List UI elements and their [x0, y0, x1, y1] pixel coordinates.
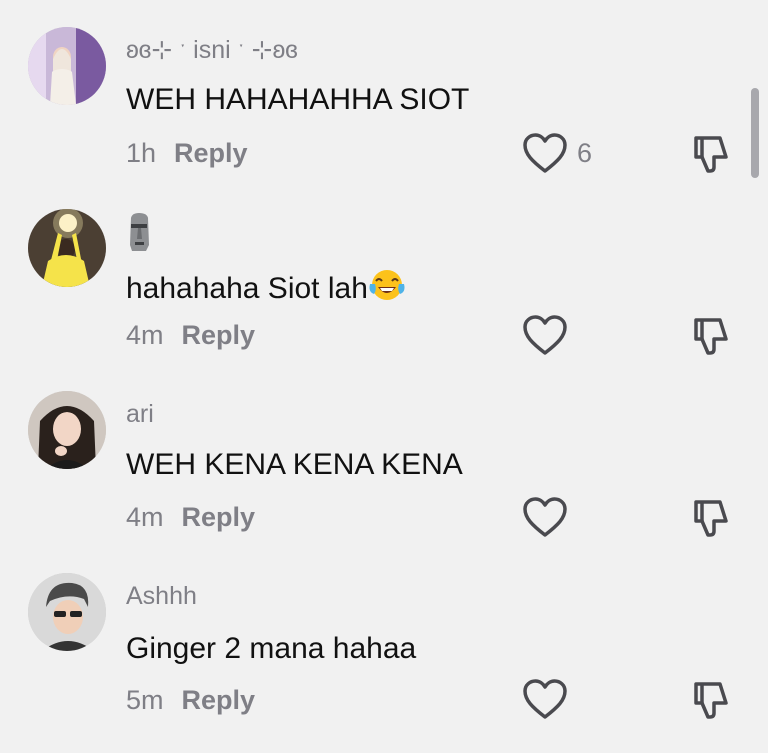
avatar[interactable]: [28, 391, 106, 469]
thumbs-down-icon: [694, 318, 728, 355]
comment-username[interactable]: ʚɞ⊹ ˑ isni ˑ ⊹ʚɞ: [126, 38, 298, 63]
avatar[interactable]: [28, 573, 106, 651]
avatar[interactable]: [28, 27, 106, 105]
comment-item: Ashhh Ginger 2 mana hahaa 5m Reply: [0, 546, 768, 728]
comment-meta: 5m Reply: [126, 687, 255, 714]
thumbs-down-icon: [694, 500, 728, 537]
reply-button[interactable]: Reply: [182, 504, 256, 531]
heart-outline-icon: [523, 133, 567, 173]
like-button[interactable]: [522, 314, 570, 358]
dislike-button[interactable]: [690, 679, 734, 723]
dislike-button[interactable]: [690, 497, 734, 541]
comment-text: Ginger 2 mana hahaa: [126, 632, 417, 665]
comment-meta: 1h Reply: [126, 140, 248, 167]
dislike-button[interactable]: [690, 133, 734, 177]
comment-username[interactable]: Ashhh: [126, 584, 197, 609]
comment-item: ari WEH KENA KENA KENA 4m Reply: [0, 364, 768, 546]
comment-text: WEH HAHAHAHHA SIOT: [126, 83, 470, 116]
user-avatar-image: [28, 209, 106, 287]
comment-text-content: hahahaha Siot lah: [126, 272, 368, 305]
like-button[interactable]: [522, 132, 570, 176]
user-avatar-image: [28, 391, 106, 469]
reply-button[interactable]: Reply: [174, 140, 248, 167]
thumbs-down-icon: [694, 136, 728, 173]
comment-time: 4m: [126, 320, 164, 350]
comments-screen: ʚɞ⊹ ˑ isni ˑ ⊹ʚɞ WEH HAHAHAHHA SIOT 1h R…: [0, 0, 768, 753]
comment-meta: 4m Reply: [126, 322, 255, 349]
moai-emoji: [130, 213, 149, 251]
comment-time: 1h: [126, 138, 157, 168]
user-avatar-image: [28, 27, 106, 105]
heart-outline-icon: [523, 497, 567, 537]
user-avatar-image: [28, 573, 106, 651]
comment-meta: 4m Reply: [126, 504, 255, 531]
comment-username[interactable]: [126, 212, 152, 257]
like-button[interactable]: [522, 496, 570, 540]
comment-time: 5m: [126, 685, 164, 715]
heart-outline-icon: [523, 315, 567, 355]
comment-username[interactable]: ari: [126, 402, 154, 427]
comment-time: 4m: [126, 502, 164, 532]
heart-outline-icon: [523, 679, 567, 719]
reply-button[interactable]: Reply: [182, 687, 256, 714]
comment-text: WEH KENA KENA KENA: [126, 448, 463, 481]
scrollbar[interactable]: [751, 88, 759, 178]
avatar[interactable]: [28, 209, 106, 287]
reply-button[interactable]: Reply: [182, 322, 256, 349]
dislike-button[interactable]: [690, 315, 734, 359]
like-button[interactable]: [522, 678, 570, 722]
comment-item: hahahaha Siot lah 4m Reply: [0, 182, 768, 364]
face-with-tears-of-joy-emoji: [369, 270, 405, 300]
thumbs-down-icon: [694, 682, 728, 719]
comment-item: ʚɞ⊹ ˑ isni ˑ ⊹ʚɞ WEH HAHAHAHHA SIOT 1h R…: [0, 0, 768, 182]
comment-text: hahahaha Siot lah: [126, 268, 406, 304]
like-count: 6: [577, 138, 593, 168]
